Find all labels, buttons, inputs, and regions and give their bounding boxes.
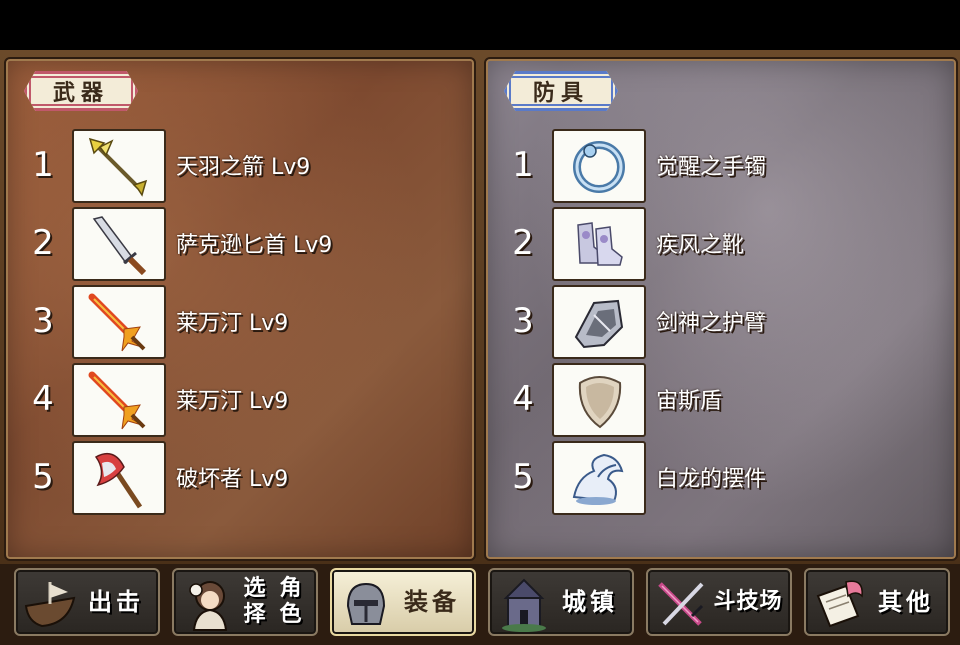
slot-number: 2 bbox=[32, 223, 54, 263]
shield-icon[interactable] bbox=[552, 363, 646, 437]
bottom-menu: 出击 选择 角色 装备 城镇 斗技场 其他 bbox=[0, 564, 960, 645]
town-button[interactable]: 城镇 bbox=[488, 568, 634, 636]
armor-slot-4[interactable]: 4 宙斯盾 bbox=[486, 361, 956, 437]
weapon-name: 莱万汀 Lv9 bbox=[176, 311, 289, 336]
weapon-name: 莱万汀 Lv9 bbox=[176, 389, 289, 414]
select-character-button[interactable]: 选择 角色 bbox=[172, 568, 318, 636]
weapon-slot-4[interactable]: 4 莱万汀 Lv9 bbox=[6, 361, 474, 437]
other-label: 其他 bbox=[878, 588, 934, 616]
arena-button[interactable]: 斗技场 bbox=[646, 568, 792, 636]
arrow-icon[interactable] bbox=[72, 129, 166, 203]
slot-number: 3 bbox=[32, 301, 54, 341]
gauntlet-icon[interactable] bbox=[552, 285, 646, 359]
armor-slot-2[interactable]: 2 疾风之靴 bbox=[486, 205, 956, 281]
select-label-line2: 角色 bbox=[279, 576, 305, 627]
sortie-button[interactable]: 出击 bbox=[14, 568, 160, 636]
weapon-name: 破坏者 Lv9 bbox=[176, 467, 289, 492]
slot-number: 1 bbox=[512, 145, 534, 185]
slot-number: 4 bbox=[32, 379, 54, 419]
armor-name: 宙斯盾 bbox=[656, 389, 723, 414]
armor-slot-1[interactable]: 1 觉醒之手镯 bbox=[486, 127, 956, 203]
slot-number: 2 bbox=[512, 223, 534, 263]
select-character-label: 选择 角色 bbox=[238, 570, 310, 634]
scroll-quill-icon bbox=[812, 576, 868, 632]
castle-icon bbox=[496, 576, 552, 632]
slot-number: 1 bbox=[32, 145, 54, 185]
sortie-label: 出击 bbox=[88, 588, 144, 616]
axe-icon[interactable] bbox=[72, 441, 166, 515]
flame-sword-icon[interactable] bbox=[72, 285, 166, 359]
game-screen: 武器 1 天羽之箭 Lv9 2 萨克逊匕首 Lv9 3 莱万汀 Lv9 4 莱万… bbox=[0, 50, 960, 645]
slot-number: 3 bbox=[512, 301, 534, 341]
boots-icon[interactable] bbox=[552, 207, 646, 281]
armor-slot-5[interactable]: 5 白龙的摆件 bbox=[486, 439, 956, 515]
arena-label: 斗技场 bbox=[713, 589, 783, 614]
select-label-line1: 选择 bbox=[243, 576, 269, 627]
equipment-button[interactable]: 装备 bbox=[330, 568, 476, 636]
weapon-slot-3[interactable]: 3 莱万汀 Lv9 bbox=[6, 283, 474, 359]
weapon-slot-5[interactable]: 5 破坏者 Lv9 bbox=[6, 439, 474, 515]
equipment-label: 装备 bbox=[404, 588, 460, 616]
dragon-figure-icon[interactable] bbox=[552, 441, 646, 515]
ship-icon bbox=[22, 576, 78, 632]
armor-helmet-icon bbox=[338, 576, 394, 632]
crossed-swords-icon bbox=[654, 576, 710, 632]
armor-title: 防具 bbox=[504, 71, 618, 111]
armor-panel: 防具 1 觉醒之手镯 2 疾风之靴 3 剑神之护臂 4 宙斯盾 5 白龙的摆件 bbox=[484, 57, 958, 561]
armor-name: 剑神之护臂 bbox=[656, 311, 767, 336]
other-button[interactable]: 其他 bbox=[804, 568, 950, 636]
slot-number: 5 bbox=[32, 457, 54, 497]
armor-name: 疾风之靴 bbox=[656, 233, 745, 258]
character-icon bbox=[180, 576, 236, 632]
weapon-slot-2[interactable]: 2 萨克逊匕首 Lv9 bbox=[6, 205, 474, 281]
weapons-title: 武器 bbox=[24, 71, 138, 111]
slot-number: 5 bbox=[512, 457, 534, 497]
weapons-panel: 武器 1 天羽之箭 Lv9 2 萨克逊匕首 Lv9 3 莱万汀 Lv9 4 莱万… bbox=[4, 57, 476, 561]
armor-name: 觉醒之手镯 bbox=[656, 155, 767, 180]
dagger-icon[interactable] bbox=[72, 207, 166, 281]
armor-name: 白龙的摆件 bbox=[656, 467, 767, 492]
flame-sword-icon[interactable] bbox=[72, 363, 166, 437]
weapon-name: 天羽之箭 Lv9 bbox=[176, 155, 311, 180]
town-label: 城镇 bbox=[562, 588, 618, 616]
weapon-name: 萨克逊匕首 Lv9 bbox=[176, 233, 333, 258]
armor-slot-3[interactable]: 3 剑神之护臂 bbox=[486, 283, 956, 359]
slot-number: 4 bbox=[512, 379, 534, 419]
bracelet-icon[interactable] bbox=[552, 129, 646, 203]
weapon-slot-1[interactable]: 1 天羽之箭 Lv9 bbox=[6, 127, 474, 203]
equipment-frame: 武器 1 天羽之箭 Lv9 2 萨克逊匕首 Lv9 3 莱万汀 Lv9 4 莱万… bbox=[0, 50, 960, 564]
